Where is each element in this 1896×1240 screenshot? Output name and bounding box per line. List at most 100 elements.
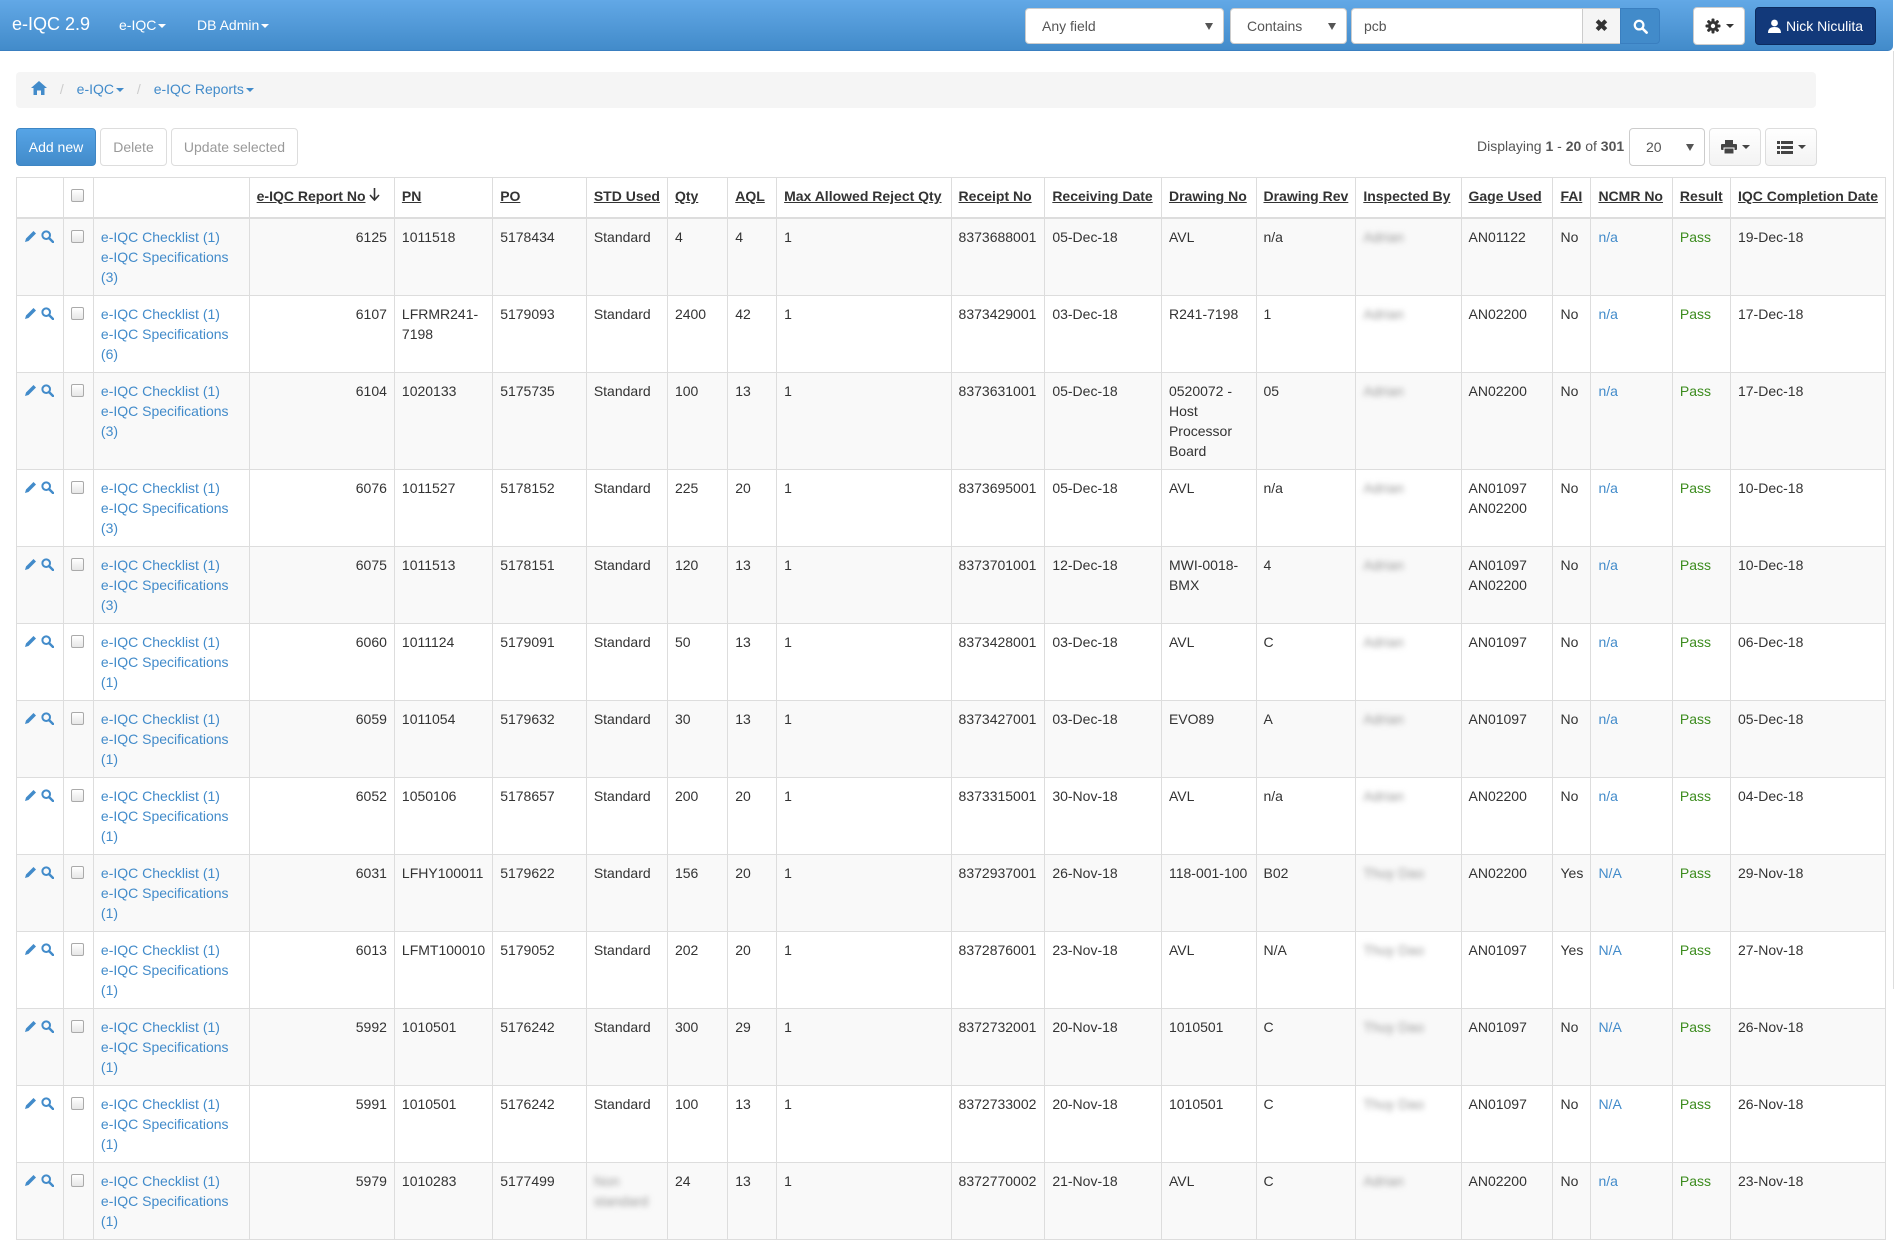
specifications-link[interactable]: e-IQC Specifications (1): [101, 729, 242, 769]
view-magnifier-icon[interactable]: [41, 711, 55, 725]
specifications-link[interactable]: e-IQC Specifications (1): [101, 1037, 242, 1077]
ncmr-no-value[interactable]: N/A: [1598, 942, 1621, 958]
clear-search-button[interactable]: ✖: [1582, 8, 1621, 44]
edit-pencil-icon[interactable]: [24, 789, 37, 802]
page-scrollbar[interactable]: [1893, 51, 1894, 989]
view-magnifier-icon[interactable]: [41, 634, 55, 648]
breadcrumb-eiqc[interactable]: e-IQC: [77, 81, 125, 97]
add-new-button[interactable]: Add new: [16, 128, 96, 166]
ncmr-no-value[interactable]: n/a: [1598, 634, 1617, 650]
checklist-link[interactable]: e-IQC Checklist (1): [101, 709, 242, 729]
app-brand[interactable]: e-IQC 2.9: [12, 14, 90, 35]
menu-db-admin[interactable]: DB Admin: [197, 17, 270, 33]
specifications-link[interactable]: e-IQC Specifications (6): [101, 324, 242, 364]
header-receiving-date[interactable]: Receiving Date: [1044, 177, 1162, 219]
edit-pencil-icon[interactable]: [24, 1020, 37, 1033]
specifications-link[interactable]: e-IQC Specifications (3): [101, 498, 242, 538]
checklist-link[interactable]: e-IQC Checklist (1): [101, 863, 242, 883]
breadcrumb-eiqc-reports[interactable]: e-IQC Reports: [154, 81, 254, 97]
header-aql[interactable]: AQL: [727, 177, 778, 219]
ncmr-no-value[interactable]: N/A: [1598, 1096, 1621, 1112]
row-checkbox[interactable]: [71, 711, 85, 725]
search-button[interactable]: [1620, 8, 1660, 44]
col-drawing-rev[interactable]: Drawing Rev: [1264, 188, 1349, 204]
view-magnifier-icon[interactable]: [41, 942, 55, 956]
ncmr-no-value[interactable]: n/a: [1598, 1173, 1617, 1189]
header-drawing-rev[interactable]: Drawing Rev: [1255, 177, 1357, 219]
ncmr-no-value[interactable]: n/a: [1598, 383, 1617, 399]
view-magnifier-icon[interactable]: [41, 1173, 55, 1187]
ncmr-no-value[interactable]: n/a: [1598, 788, 1617, 804]
checklist-link[interactable]: e-IQC Checklist (1): [101, 1094, 242, 1114]
col-result[interactable]: Result: [1680, 188, 1723, 204]
breadcrumb-home[interactable]: [31, 81, 47, 97]
edit-pencil-icon[interactable]: [24, 1174, 37, 1187]
edit-pencil-icon[interactable]: [24, 943, 37, 956]
edit-pencil-icon[interactable]: [24, 558, 37, 571]
col-po[interactable]: PO: [500, 188, 520, 204]
specifications-link[interactable]: e-IQC Specifications (1): [101, 652, 242, 692]
row-checkbox[interactable]: [71, 480, 85, 494]
row-checkbox[interactable]: [71, 1019, 85, 1033]
view-magnifier-icon[interactable]: [41, 1019, 55, 1033]
search-operator-select[interactable]: Contains: [1230, 8, 1347, 44]
edit-pencil-icon[interactable]: [24, 307, 37, 320]
edit-pencil-icon[interactable]: [24, 230, 37, 243]
edit-pencil-icon[interactable]: [24, 866, 37, 879]
specifications-link[interactable]: e-IQC Specifications (1): [101, 960, 242, 1000]
specifications-link[interactable]: e-IQC Specifications (3): [101, 247, 242, 287]
col-std-used[interactable]: STD Used: [594, 188, 660, 204]
header-receipt-no[interactable]: Receipt No: [950, 177, 1046, 219]
specifications-link[interactable]: e-IQC Specifications (1): [101, 1114, 242, 1154]
header-qty[interactable]: Qty: [666, 177, 729, 219]
header-ncmr-no[interactable]: NCMR No: [1590, 177, 1673, 219]
view-magnifier-icon[interactable]: [41, 480, 55, 494]
print-button[interactable]: [1709, 128, 1761, 166]
header-drawing-no[interactable]: Drawing No: [1160, 177, 1257, 219]
ncmr-no-value[interactable]: N/A: [1598, 865, 1621, 881]
header-completion-date[interactable]: IQC Completion Date: [1729, 177, 1887, 219]
specifications-link[interactable]: e-IQC Specifications (1): [101, 806, 242, 846]
header-gage-used[interactable]: Gage Used: [1460, 177, 1554, 219]
checklist-link[interactable]: e-IQC Checklist (1): [101, 381, 242, 401]
edit-pencil-icon[interactable]: [24, 712, 37, 725]
row-checkbox[interactable]: [71, 557, 85, 571]
header-inspected-by[interactable]: Inspected By: [1355, 177, 1462, 219]
col-gage-used[interactable]: Gage Used: [1469, 188, 1542, 204]
specifications-link[interactable]: e-IQC Specifications (1): [101, 883, 242, 923]
user-menu-button[interactable]: Nick Niculita: [1755, 7, 1876, 45]
view-magnifier-icon[interactable]: [41, 383, 55, 397]
row-checkbox[interactable]: [71, 942, 85, 956]
view-magnifier-icon[interactable]: [41, 229, 55, 243]
col-report-no[interactable]: e-IQC Report No: [257, 188, 366, 204]
view-magnifier-icon[interactable]: [41, 865, 55, 879]
checklist-link[interactable]: e-IQC Checklist (1): [101, 304, 242, 324]
columns-button[interactable]: [1765, 128, 1817, 166]
checklist-link[interactable]: e-IQC Checklist (1): [101, 478, 242, 498]
checklist-link[interactable]: e-IQC Checklist (1): [101, 1171, 242, 1191]
page-size-select[interactable]: 20: [1629, 128, 1705, 166]
col-pn[interactable]: PN: [402, 188, 421, 204]
search-input[interactable]: pcb: [1351, 8, 1583, 44]
delete-button[interactable]: Delete: [100, 128, 167, 166]
header-std-used[interactable]: STD Used: [585, 177, 668, 219]
col-drawing-no[interactable]: Drawing No: [1169, 188, 1247, 204]
select-all-checkbox[interactable]: [71, 189, 85, 202]
search-field-select[interactable]: Any field: [1025, 8, 1224, 44]
col-completion-date[interactable]: IQC Completion Date: [1738, 188, 1878, 204]
view-magnifier-icon[interactable]: [41, 1096, 55, 1110]
row-checkbox[interactable]: [71, 383, 85, 397]
checklist-link[interactable]: e-IQC Checklist (1): [101, 555, 242, 575]
update-selected-button[interactable]: Update selected: [171, 128, 298, 166]
col-receipt-no[interactable]: Receipt No: [959, 188, 1032, 204]
col-ncmr-no[interactable]: NCMR No: [1598, 188, 1663, 204]
header-pn[interactable]: PN: [393, 177, 494, 219]
view-magnifier-icon[interactable]: [41, 788, 55, 802]
view-magnifier-icon[interactable]: [41, 557, 55, 571]
ncmr-no-value[interactable]: n/a: [1598, 711, 1617, 727]
col-inspected-by[interactable]: Inspected By: [1363, 188, 1450, 204]
ncmr-no-value[interactable]: n/a: [1598, 306, 1617, 322]
col-aql[interactable]: AQL: [735, 188, 765, 204]
edit-pencil-icon[interactable]: [24, 384, 37, 397]
header-fai[interactable]: FAI: [1552, 177, 1592, 219]
